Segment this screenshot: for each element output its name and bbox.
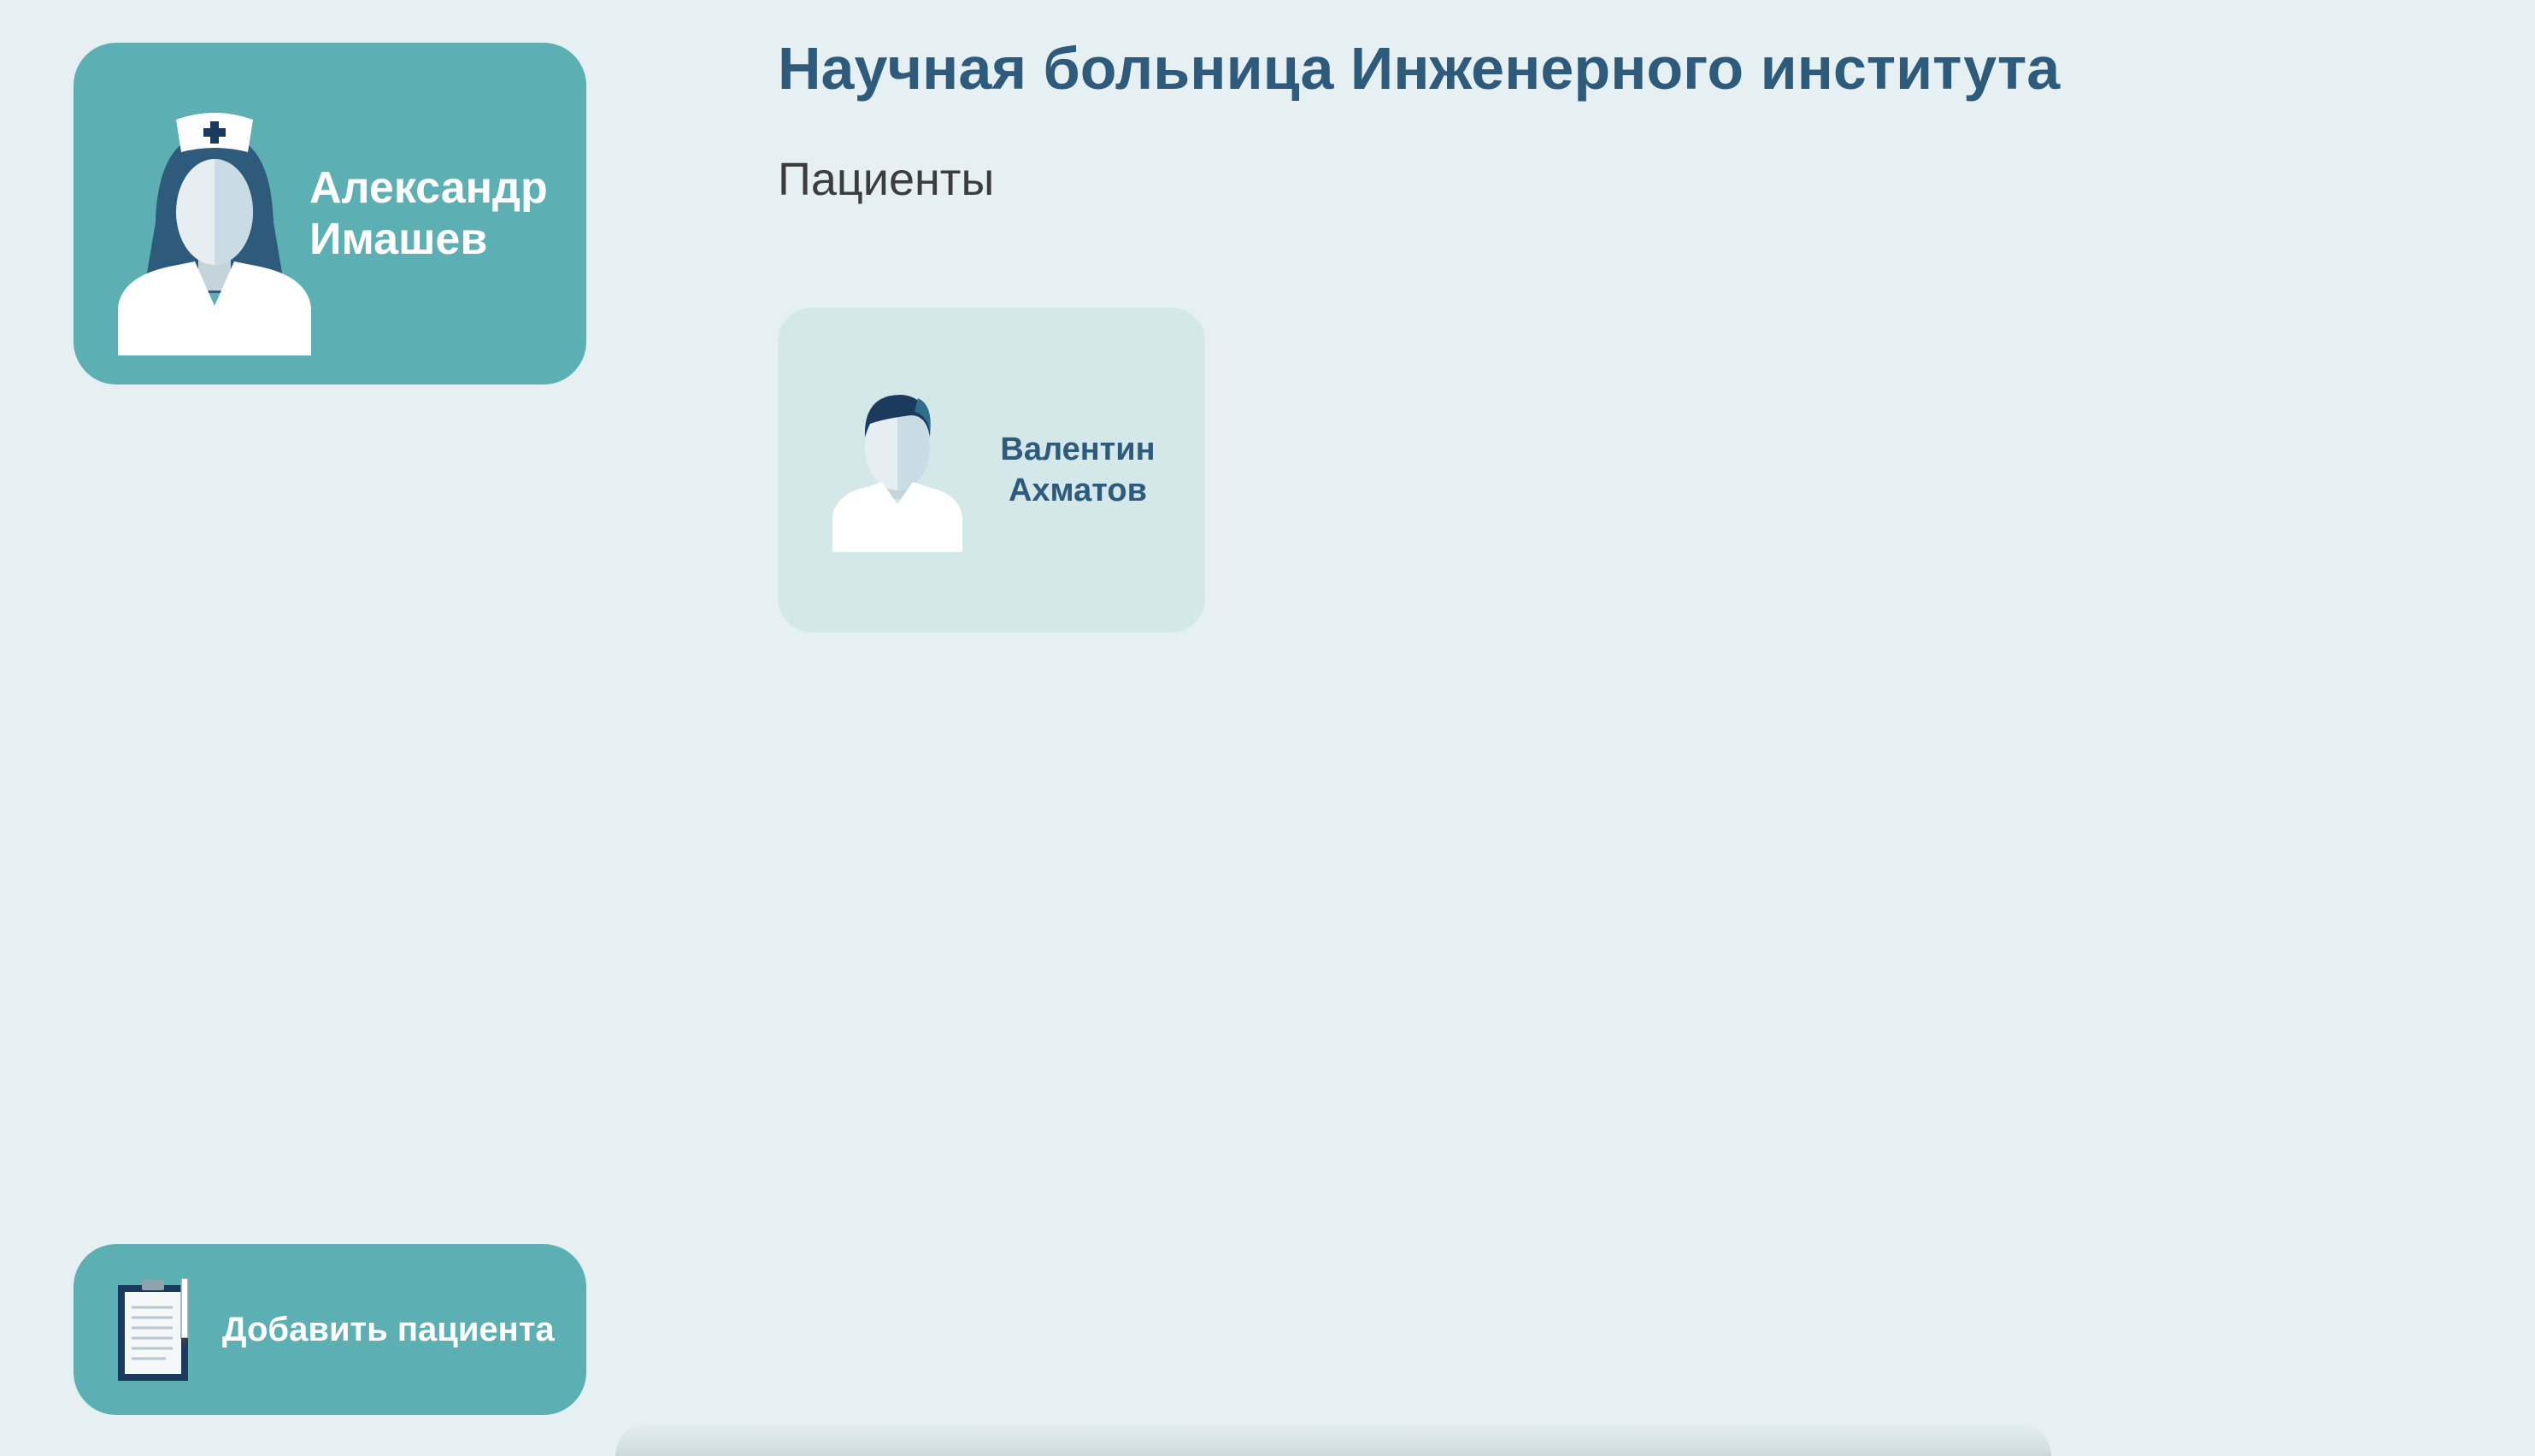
add-patient-label: Добавить пациента <box>222 1311 555 1348</box>
nurse-icon <box>118 113 311 355</box>
page-title: Научная больница Инженерного института <box>778 35 2061 102</box>
male-patient-icon <box>832 395 962 552</box>
patient-card[interactable]: Валентин Ахматов <box>778 308 1205 632</box>
bottom-shadow <box>615 1422 2051 1456</box>
clipboard-icon <box>118 1278 189 1381</box>
patient-name: Валентин Ахматов <box>1000 432 1156 508</box>
add-patient-button[interactable]: Добавить пациента <box>74 1244 586 1415</box>
user-name: Александр Имашев <box>309 163 548 264</box>
user-profile-card[interactable]: Александр Имашев <box>74 43 586 385</box>
section-title: Пациенты <box>778 154 995 205</box>
